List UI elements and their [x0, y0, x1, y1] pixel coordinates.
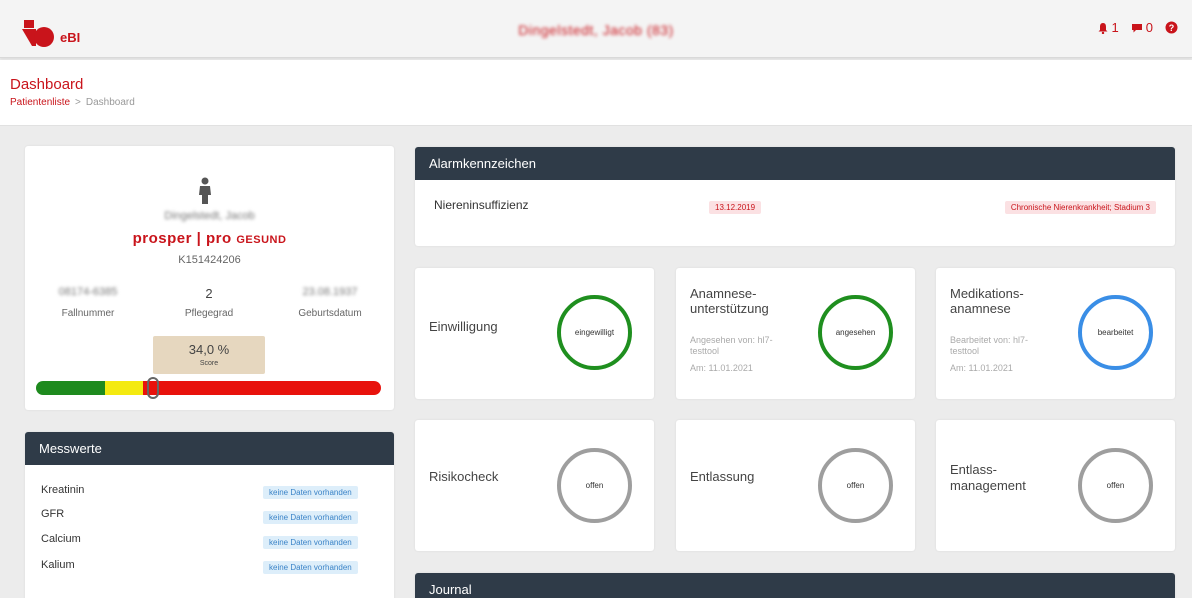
insurance-number: K151424206 — [178, 254, 241, 266]
alarm-header: Alarmkennzeichen — [415, 147, 1175, 180]
pflegegrad-stat: 2 Pflegegrad — [159, 286, 259, 319]
score-bar-yellow — [105, 381, 143, 395]
einwilligung-card[interactable]: Einwilligung eingewilligt — [415, 268, 654, 399]
alarm-description-badge: Chronische Nierenkrankheit; Stadium 3 — [1004, 201, 1156, 214]
anamnese-status-circle[interactable]: angesehen — [818, 295, 893, 370]
score-bar-red — [143, 381, 381, 395]
patient-header-title[interactable]: Dingelstedt, Jacob (83) — [0, 22, 1192, 38]
messwert-badge-kreatinin: keine Daten vorhanden — [263, 486, 358, 499]
messwert-label-kalium: Kalium — [41, 559, 75, 571]
geburtsdatum-stat: 23.08.1937 Geburtsdatum — [280, 286, 380, 319]
person-icon — [199, 177, 211, 204]
fallnummer-label: Fallnummer — [61, 308, 115, 319]
top-icons: 1 0 ? — [1097, 20, 1178, 35]
breadcrumb: Patientenliste > Dashboard — [10, 97, 135, 108]
medikation-status-circle[interactable]: bearbeitet — [1078, 295, 1153, 370]
anamnese-sub-line1: Angesehen von: hl7- — [690, 335, 773, 345]
entlassung-card[interactable]: Entlassung offen — [676, 420, 915, 551]
patient-card: Dingelstedt, Jacob prosper | pro GESUND … — [25, 146, 394, 410]
pflegegrad-label: Pflegegrad — [184, 308, 234, 319]
insurance-logo-part1: prosper — [132, 230, 192, 247]
entlassung-status-circle[interactable]: offen — [818, 448, 893, 523]
geburtsdatum-label: Geburtsdatum — [298, 308, 362, 319]
score-label: Score — [199, 360, 219, 367]
medikation-title-line1: Medikations- — [950, 286, 1024, 301]
medikation-card[interactable]: Medikations- anamnese Bearbeitet von: hl… — [936, 268, 1175, 399]
messwert-badge-kalium: keine Daten vorhanden — [263, 561, 358, 574]
alarm-card: Alarmkennzeichen Niereninsuffizienz 13.1… — [415, 147, 1175, 246]
score-box: 34,0 % Score — [153, 336, 265, 374]
medikation-status: bearbeitet — [1097, 328, 1134, 337]
breadcrumb-separator: > — [75, 97, 81, 108]
anamnese-sub-line2: testtool — [690, 346, 720, 356]
messwert-label-kreatinin: Kreatinin — [41, 484, 85, 496]
anamnese-status: angesehen — [835, 328, 876, 337]
messages-count: 0 — [1145, 20, 1153, 35]
messages-button[interactable]: 0 — [1131, 20, 1153, 35]
page-header: Dashboard Patientenliste > Dashboard — [0, 60, 1192, 126]
messwert-label-calcium: Calcium — [41, 533, 81, 545]
fallnummer-value: 08174-6385 — [58, 286, 118, 298]
pflegegrad-value: 2 — [205, 286, 213, 301]
score-marker — [147, 377, 160, 399]
entlassung-status: offen — [846, 481, 865, 490]
notifications-button[interactable]: 1 — [1097, 20, 1119, 35]
messwerte-header: Messwerte — [25, 432, 394, 465]
medikation-date: Am: 11.01.2021 — [950, 363, 1013, 373]
risikocheck-card[interactable]: Risikocheck offen — [415, 420, 654, 551]
svg-text:?: ? — [1169, 23, 1175, 33]
help-icon: ? — [1165, 21, 1178, 34]
notifications-count: 1 — [1111, 20, 1119, 35]
anamnese-title-line2: unterstützung — [690, 301, 769, 316]
medikation-title-line2: anamnese — [950, 301, 1011, 316]
anamnese-date: Am: 11.01.2021 — [690, 363, 753, 373]
einwilligung-status-circle[interactable]: eingewilligt — [557, 295, 632, 370]
insurance-logo: prosper | pro GESUND — [25, 230, 394, 247]
entlassung-title: Entlassung — [690, 469, 755, 484]
insurance-logo-part3: GESUND — [236, 234, 287, 246]
bell-icon — [1098, 22, 1108, 34]
anamnese-card[interactable]: Anamnese- unterstützung Angesehen von: h… — [676, 268, 915, 399]
journal-card: Journal — [415, 573, 1175, 598]
entlassmanagement-title-line2: management — [950, 478, 1026, 493]
breadcrumb-link-patientenliste[interactable]: Patientenliste — [10, 97, 70, 108]
messwert-badge-calcium: keine Daten vorhanden — [263, 536, 358, 549]
messwerte-card: Messwerte Kreatinin keine Daten vorhande… — [25, 432, 394, 598]
entlassmanagement-status-circle[interactable]: offen — [1078, 448, 1153, 523]
journal-header: Journal — [415, 573, 1175, 598]
einwilligung-title: Einwilligung — [429, 319, 498, 334]
risikocheck-status-circle[interactable]: offen — [557, 448, 632, 523]
medikation-sub-line1: Bearbeitet von: hl7- — [950, 335, 1029, 345]
breadcrumb-current: Dashboard — [85, 97, 135, 108]
alarm-date-badge: 13.12.2019 — [709, 201, 762, 214]
patient-title-text: Dingelstedt, Jacob (83) — [518, 22, 674, 38]
medikation-sub-line2: testtool — [950, 346, 980, 356]
anamnese-title-line1: Anamnese- — [690, 286, 757, 301]
entlassmanagement-title-line1: Entlass- — [950, 462, 997, 477]
score-value: 34,0 % — [188, 342, 230, 357]
message-icon — [1131, 23, 1142, 32]
score-bar — [36, 381, 381, 395]
alarm-name: Niereninsuffizienz — [434, 198, 529, 212]
insurance-logo-separator: | — [196, 230, 202, 247]
insurance-logo-part2: pro — [206, 230, 232, 247]
risikocheck-title: Risikocheck — [429, 469, 499, 484]
fallnummer-stat: 08174-6385 Fallnummer — [38, 286, 138, 319]
help-button[interactable]: ? — [1165, 21, 1178, 34]
risikocheck-status: offen — [585, 481, 604, 490]
messwert-label-gfr: GFR — [41, 508, 65, 520]
score-bar-green — [36, 381, 105, 395]
messwert-badge-gfr: keine Daten vorhanden — [263, 511, 358, 524]
geburtsdatum-value: 23.08.1937 — [302, 286, 358, 298]
top-bar: eBI Dingelstedt, Jacob (83) 1 0 ? — [0, 0, 1192, 58]
einwilligung-status: eingewilligt — [574, 328, 615, 337]
patient-name: Dingelstedt, Jacob — [164, 210, 255, 222]
page-title: Dashboard — [10, 76, 84, 93]
entlassmanagement-card[interactable]: Entlass- management offen — [936, 420, 1175, 551]
entlassmanagement-status: offen — [1106, 481, 1125, 490]
